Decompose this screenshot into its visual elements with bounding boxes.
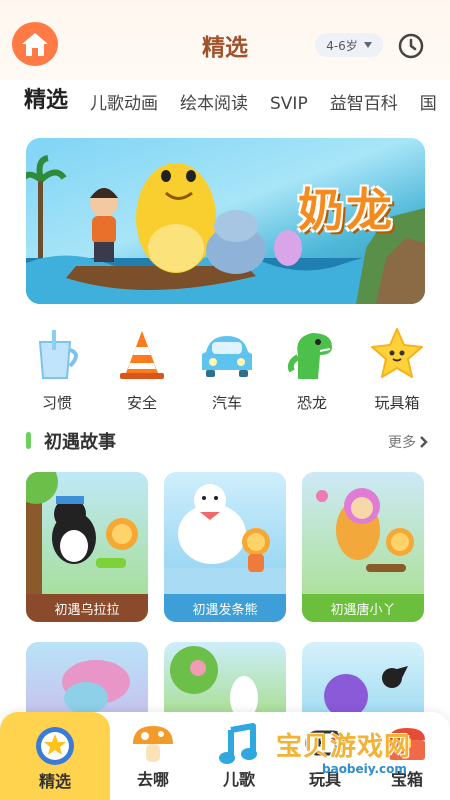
music-note-icon bbox=[219, 723, 257, 764]
nav-label: 精选 bbox=[38, 772, 71, 791]
section-title: 初遇故事 bbox=[44, 432, 116, 453]
tab-svip[interactable]: SVIP bbox=[270, 94, 308, 118]
traffic-cone-icon bbox=[120, 331, 164, 379]
category-label: 恐龙 bbox=[296, 394, 327, 412]
category-row: 习惯 安全 汽车 恐龙 玩具箱 bbox=[22, 326, 432, 416]
age-selector-label: 4-6岁 bbox=[326, 38, 358, 53]
category-habits[interactable]: 习惯 bbox=[22, 326, 92, 416]
chevron-right-icon bbox=[420, 436, 428, 448]
header: 精选 4-6岁 bbox=[0, 0, 450, 80]
story-card-label: 初遇唐小丫 bbox=[302, 594, 424, 622]
category-dinosaurs[interactable]: 恐龙 bbox=[277, 326, 347, 416]
car-icon bbox=[202, 336, 252, 377]
nav-label: 去哪 bbox=[136, 770, 169, 789]
story-card-6[interactable] bbox=[302, 642, 424, 722]
watermark-text: 宝贝游戏网 bbox=[276, 732, 412, 762]
category-label: 汽车 bbox=[211, 394, 242, 412]
category-toybox[interactable]: 玩具箱 bbox=[362, 326, 432, 416]
category-label: 习惯 bbox=[41, 394, 72, 412]
nav-featured[interactable]: 精选 bbox=[0, 712, 110, 800]
tab-picture-books[interactable]: 绘本阅读 bbox=[180, 89, 248, 118]
card-artwork bbox=[316, 488, 414, 572]
more-link[interactable]: 更多 bbox=[388, 432, 428, 452]
card-artwork bbox=[170, 646, 258, 720]
cup-icon bbox=[38, 330, 78, 379]
card-artwork bbox=[26, 472, 138, 594]
story-card-1[interactable]: 初遇乌拉拉 bbox=[26, 472, 148, 622]
watermark-url: baobeiy.com bbox=[322, 762, 407, 776]
site-watermark: 宝贝游戏网 baobeiy.com bbox=[276, 722, 426, 782]
nav-label: 儿歌 bbox=[222, 770, 255, 789]
clock-icon bbox=[398, 33, 424, 59]
tab-encyclopedia[interactable]: 益智百科 bbox=[330, 89, 398, 118]
story-card-4[interactable] bbox=[26, 642, 148, 722]
more-label: 更多 bbox=[388, 435, 416, 451]
chevron-down-icon bbox=[363, 42, 372, 48]
tab-bar: 精选 儿歌动画 绘本阅读 SVIP 益智百科 国 bbox=[24, 86, 450, 118]
featured-banner[interactable]: 奶龙 bbox=[26, 138, 425, 304]
category-label: 玩具箱 bbox=[374, 394, 420, 412]
mushroom-icon bbox=[133, 726, 173, 762]
category-label: 安全 bbox=[126, 394, 157, 412]
nav-songs[interactable]: 儿歌 bbox=[198, 720, 280, 798]
card-artwork bbox=[164, 484, 286, 594]
tab-featured[interactable]: 精选 bbox=[24, 86, 68, 118]
story-card-label: 初遇乌拉拉 bbox=[26, 594, 148, 622]
section-accent-bar bbox=[26, 432, 31, 449]
card-artwork bbox=[324, 666, 408, 718]
category-safety[interactable]: 安全 bbox=[107, 326, 177, 416]
story-card-5[interactable] bbox=[164, 642, 286, 722]
banner-title: 奶龙 bbox=[298, 183, 394, 237]
tab-more-partial[interactable]: 国 bbox=[420, 89, 437, 118]
story-card-3[interactable]: 初遇唐小丫 bbox=[302, 472, 424, 622]
dinosaur-icon bbox=[287, 333, 332, 379]
age-selector[interactable]: 4-6岁 bbox=[315, 33, 383, 57]
star-toy-icon bbox=[371, 328, 423, 378]
card-artwork bbox=[62, 660, 130, 714]
star-badge-icon bbox=[36, 727, 74, 765]
story-card-2[interactable]: 初遇发条熊 bbox=[164, 472, 286, 622]
category-cars[interactable]: 汽车 bbox=[192, 326, 262, 416]
tab-nursery-animation[interactable]: 儿歌动画 bbox=[90, 89, 158, 118]
nav-explore[interactable]: 去哪 bbox=[112, 720, 194, 798]
history-button[interactable] bbox=[397, 32, 425, 60]
story-card-label: 初遇发条熊 bbox=[164, 594, 286, 622]
